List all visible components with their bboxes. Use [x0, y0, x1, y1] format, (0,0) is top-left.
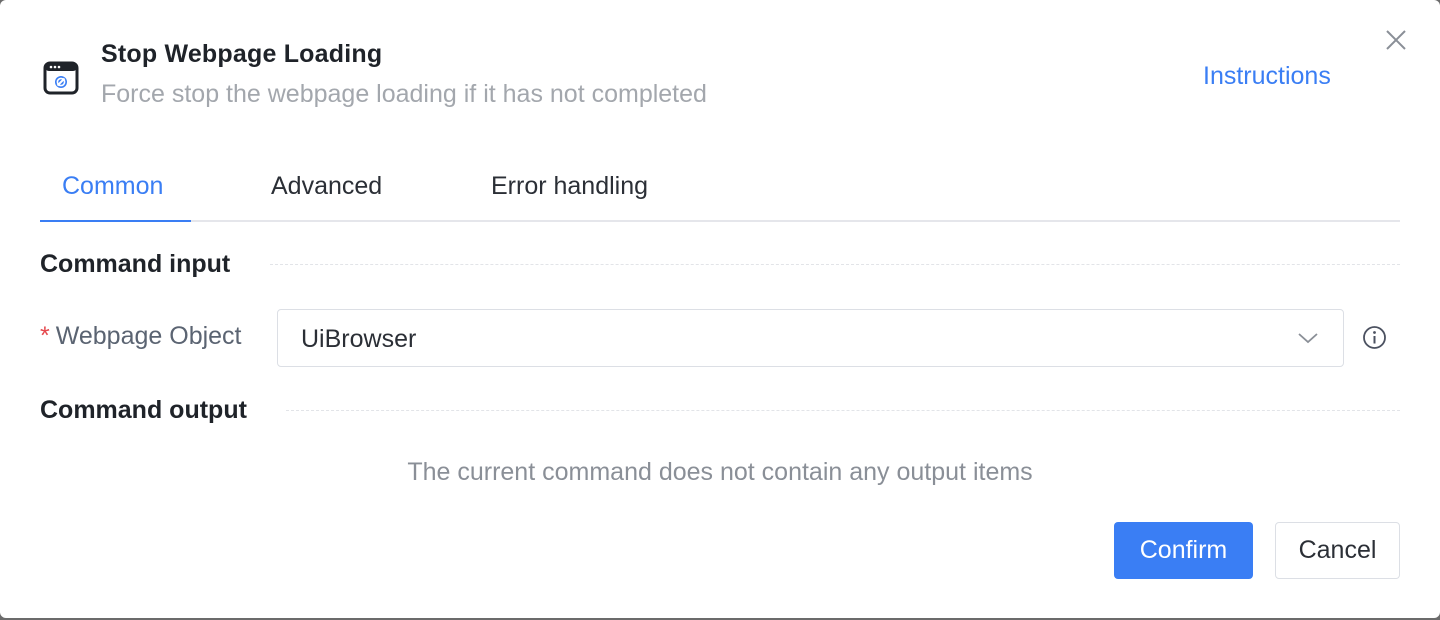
command-output-heading: Command output: [40, 396, 247, 424]
browser-stop-icon: [43, 61, 79, 95]
dialog-title: Stop Webpage Loading: [101, 40, 383, 68]
section-divider: [286, 410, 1400, 411]
tab-advanced[interactable]: Advanced: [271, 172, 382, 201]
active-tab-indicator: [40, 220, 191, 222]
cancel-button[interactable]: Cancel: [1275, 522, 1400, 579]
webpage-object-label-text: Webpage Object: [55, 322, 242, 350]
close-icon[interactable]: [1384, 28, 1408, 52]
info-icon[interactable]: [1362, 325, 1387, 350]
tab-common[interactable]: Common: [62, 172, 163, 201]
webpage-object-value: UiBrowser: [301, 325, 417, 353]
section-divider: [270, 264, 1400, 265]
command-input-heading: Command input: [40, 250, 231, 278]
confirm-button[interactable]: Confirm: [1114, 522, 1253, 579]
dialog-subtitle: Force stop the webpage loading if it has…: [101, 80, 707, 108]
required-mark: *: [40, 322, 50, 350]
stop-webpage-loading-dialog: Stop Webpage Loading Force stop the webp…: [0, 0, 1440, 618]
empty-output-message: The current command does not contain any…: [407, 458, 1033, 486]
webpage-object-select[interactable]: UiBrowser: [277, 309, 1344, 367]
webpage-object-label: * Webpage Object: [40, 322, 242, 351]
tab-error-handling[interactable]: Error handling: [491, 172, 648, 201]
chevron-down-icon: [1298, 333, 1318, 344]
tab-bar: Common Advanced Error handling: [40, 152, 1400, 222]
instructions-link[interactable]: Instructions: [1203, 62, 1331, 91]
